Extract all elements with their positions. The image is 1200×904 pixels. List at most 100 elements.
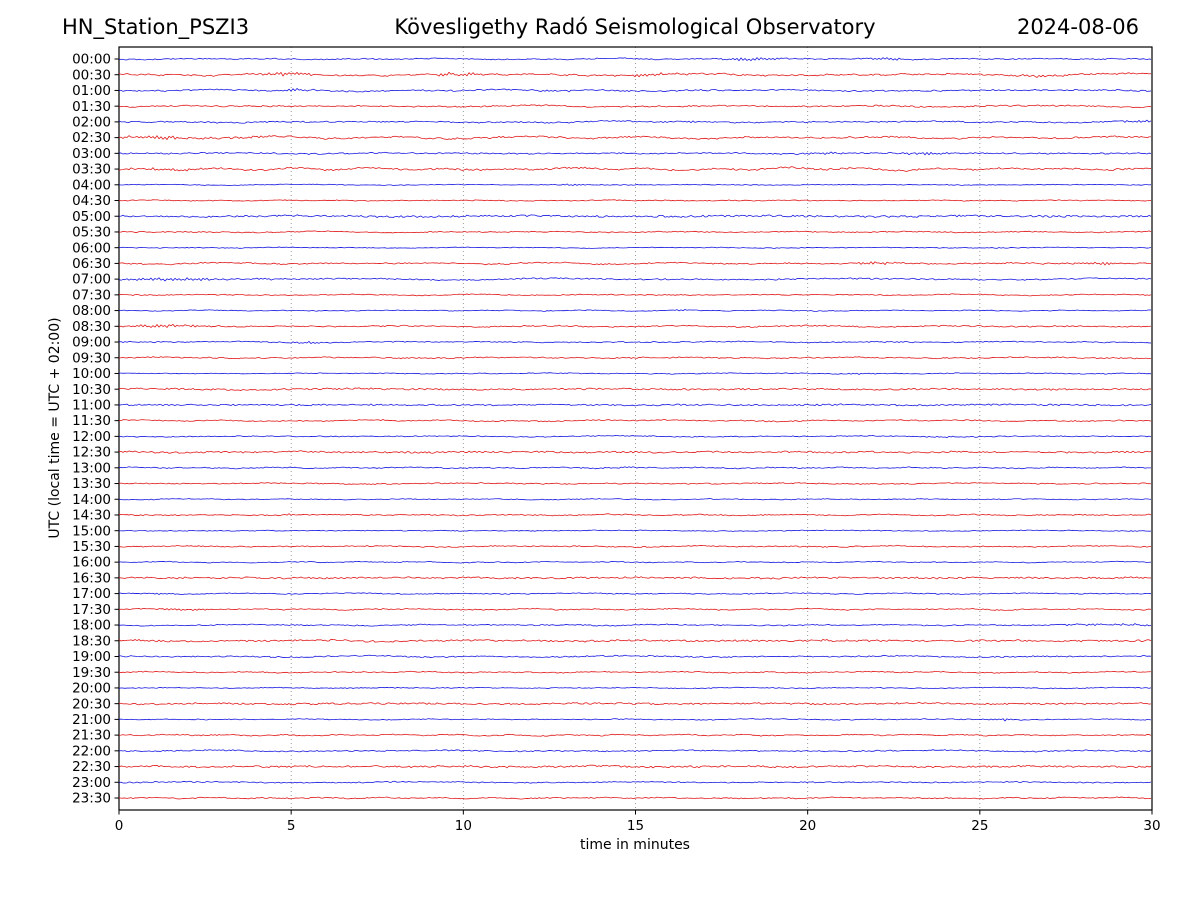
- trace-row-06:30: [118, 261, 1152, 266]
- seismogram-plot: 0 5 10 15 20 25 30 00:0000:3001:0001:3002:0002:…: [72, 46, 1161, 834]
- y-tick-label-01:00: 01:00: [72, 83, 111, 99]
- trace-row-08:30: [118, 323, 1152, 328]
- trace-row-22:00: [118, 749, 1152, 753]
- y-tick-label-12:00: 12:00: [72, 429, 111, 445]
- y-tick-label-08:30: 08:30: [72, 319, 111, 335]
- y-tick-label-11:00: 11:00: [72, 398, 111, 414]
- trace-row-15:30: [118, 544, 1152, 548]
- y-tick-label-17:30: 17:30: [72, 602, 111, 618]
- trace-row-20:00: [118, 686, 1152, 690]
- y-tick-label-11:30: 11:30: [72, 413, 111, 429]
- y-tick-label-22:00: 22:00: [72, 743, 111, 759]
- trace-row-16:30: [118, 576, 1152, 580]
- x-tick-label-5: 5: [287, 818, 296, 834]
- y-tick-label-21:00: 21:00: [72, 712, 111, 728]
- trace-row-21:30: [118, 733, 1152, 737]
- trace-row-01:30: [118, 104, 1152, 109]
- trace-row-14:30: [118, 513, 1152, 517]
- date-title: 2024-08-06: [1016, 15, 1139, 39]
- x-tick-label-10: 10: [455, 818, 472, 834]
- y-tick-label-06:30: 06:30: [72, 256, 111, 272]
- trace-row-12:00: [118, 435, 1152, 439]
- trace-row-11:00: [118, 403, 1152, 407]
- trace-row-20:30: [118, 701, 1152, 706]
- y-tick-label-08:00: 08:00: [72, 303, 111, 319]
- trace-row-04:00: [118, 183, 1152, 187]
- trace-row-19:30: [118, 670, 1152, 674]
- trace-row-02:30: [118, 135, 1152, 140]
- y-tick-label-12:30: 12:30: [72, 445, 111, 461]
- x-tick-label-30: 30: [1143, 818, 1160, 834]
- y-tick-label-23:30: 23:30: [72, 791, 111, 807]
- trace-row-01:00: [118, 88, 1152, 93]
- y-tick-label-02:30: 02:30: [72, 130, 111, 146]
- y-tick-label-14:30: 14:30: [72, 508, 111, 524]
- trace-row-12:30: [118, 450, 1152, 454]
- y-tick-label-01:30: 01:30: [72, 99, 111, 115]
- x-tick-label-0: 0: [115, 818, 124, 834]
- trace-row-13:30: [118, 482, 1152, 485]
- trace-row-08:00: [118, 309, 1152, 312]
- trace-row-17:00: [118, 592, 1152, 595]
- y-tick-label-13:30: 13:30: [72, 476, 111, 492]
- y-tick-label-23:00: 23:00: [72, 775, 111, 791]
- trace-row-02:00: [118, 119, 1152, 124]
- trace-row-00:00: [118, 57, 1152, 62]
- trace-row-04:30: [118, 199, 1152, 202]
- trace-row-17:30: [118, 607, 1152, 611]
- y-tick-label-03:30: 03:30: [72, 162, 111, 178]
- trace-row-18:00: [118, 623, 1152, 627]
- trace-row-15:00: [118, 529, 1152, 532]
- y-tick-label-03:00: 03:00: [72, 146, 111, 162]
- y-tick-label-00:30: 00:30: [72, 67, 111, 83]
- y-tick-label-02:00: 02:00: [72, 114, 111, 130]
- y-tick-label-05:00: 05:00: [72, 209, 111, 225]
- y-axis-label: UTC (local time = UTC + 02:00): [47, 317, 63, 539]
- x-tick-label-20: 20: [799, 818, 816, 834]
- y-tick-label-17:00: 17:00: [72, 586, 111, 602]
- trace-row-13:00: [118, 466, 1152, 470]
- trace-row-07:30: [118, 293, 1152, 297]
- trace-row-05:00: [118, 214, 1152, 218]
- y-tick-label-10:30: 10:30: [72, 382, 111, 398]
- y-tick-label-20:30: 20:30: [72, 696, 111, 712]
- trace-row-05:30: [118, 230, 1152, 234]
- y-tick-label-22:30: 22:30: [72, 759, 111, 775]
- trace-row-19:00: [118, 654, 1152, 659]
- trace-row-03:00: [118, 151, 1152, 156]
- trace-row-10:00: [118, 372, 1152, 375]
- y-tick-label-20:00: 20:00: [72, 681, 111, 697]
- trace-row-21:00: [118, 718, 1152, 722]
- y-tick-label-00:00: 00:00: [72, 52, 111, 68]
- y-tick-label-06:00: 06:00: [72, 240, 111, 256]
- trace-row-16:00: [118, 560, 1152, 564]
- y-tick-label-15:30: 15:30: [72, 539, 111, 555]
- y-tick-label-09:00: 09:00: [72, 335, 111, 351]
- y-tick-label-13:00: 13:00: [72, 460, 111, 476]
- trace-row-06:00: [118, 246, 1152, 249]
- y-tick-label-18:30: 18:30: [72, 633, 111, 649]
- trace-row-03:30: [118, 166, 1152, 172]
- y-tick-label-19:30: 19:30: [72, 665, 111, 681]
- x-tick-label-15: 15: [627, 818, 644, 834]
- trace-row-00:30: [118, 71, 1152, 78]
- trace-row-10:30: [118, 387, 1152, 391]
- y-tick-label-21:30: 21:30: [72, 728, 111, 744]
- observatory-title: Kövesligethy Radó Seismological Observat…: [394, 15, 876, 39]
- trace-row-11:30: [118, 419, 1152, 423]
- y-tick-label-19:00: 19:00: [72, 649, 111, 665]
- y-tick-label-14:00: 14:00: [72, 492, 111, 508]
- trace-row-23:30: [118, 796, 1152, 800]
- x-axis-label: time in minutes: [580, 837, 690, 853]
- y-tick-label-07:30: 07:30: [72, 287, 111, 303]
- y-tick-label-09:30: 09:30: [72, 350, 111, 366]
- y-tick-label-04:30: 04:30: [72, 193, 111, 209]
- trace-row-07:00: [118, 277, 1152, 282]
- y-tick-label-16:00: 16:00: [72, 555, 111, 571]
- y-tick-label-15:00: 15:00: [72, 523, 111, 539]
- trace-row-09:30: [118, 356, 1152, 360]
- y-tick-label-16:30: 16:30: [72, 570, 111, 586]
- trace-row-09:00: [118, 340, 1152, 344]
- y-tick-label-10:00: 10:00: [72, 366, 111, 382]
- station-title: HN_Station_PSZI3: [62, 15, 250, 39]
